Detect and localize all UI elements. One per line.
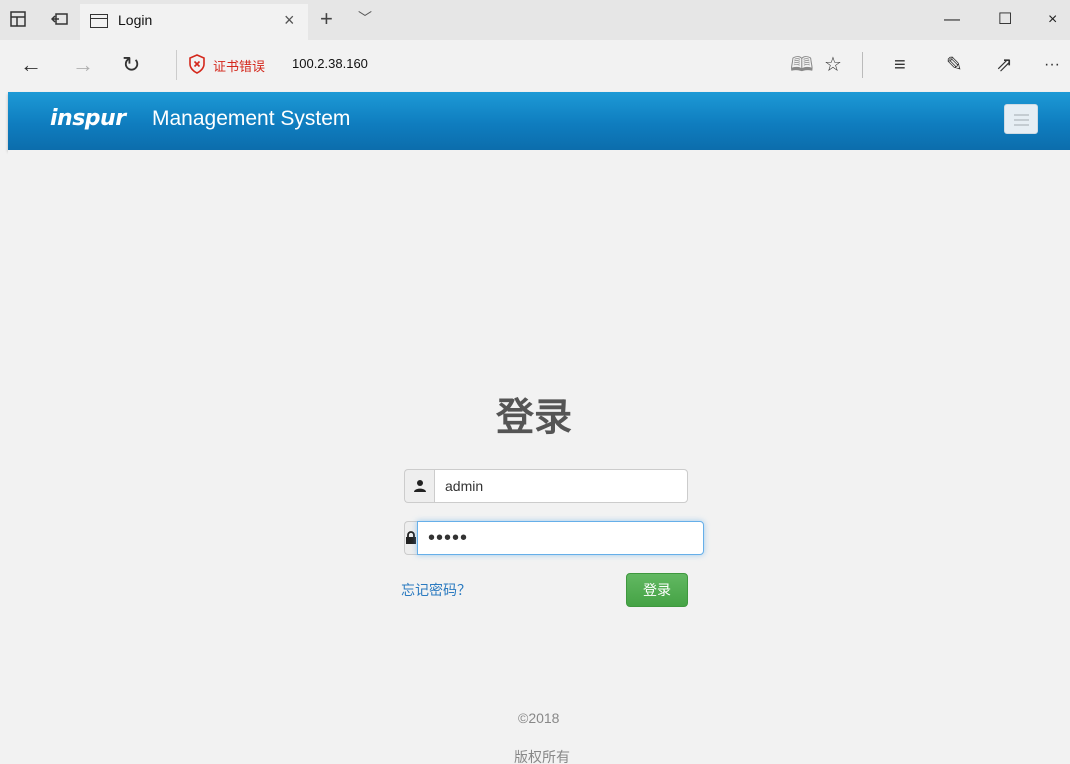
menu-bar-icon	[1014, 124, 1029, 126]
browser-address-bar: ← → ↻ 证书错误 100.2.38.160 🕮 ☆ ≡ ✎ ⇗ ···	[0, 40, 1070, 92]
minimize-icon[interactable]: —	[944, 6, 960, 34]
password-group	[404, 521, 704, 555]
tab-title: Login	[118, 12, 153, 28]
web-notes-icon[interactable]: ✎	[946, 52, 963, 78]
tab-close-icon[interactable]: ×	[284, 10, 295, 30]
window-close-icon[interactable]: ×	[1048, 6, 1057, 34]
username-input[interactable]	[434, 469, 688, 503]
username-group	[404, 469, 688, 503]
browser-titlebar: Login × + ﹀ — ☐ ×	[0, 0, 1070, 40]
favorite-star-icon[interactable]: ☆	[824, 52, 842, 78]
share-icon[interactable]: ⇗	[996, 52, 1013, 78]
refresh-icon[interactable]: ↻	[122, 52, 140, 78]
toolbar-separator	[862, 52, 863, 78]
reading-view-icon[interactable]: 🕮	[790, 52, 814, 78]
maximize-icon[interactable]: ☐	[998, 6, 1012, 34]
rights-reserved-text: 版权所有	[514, 749, 570, 764]
navbar-menu-toggle-button[interactable]	[1004, 104, 1038, 134]
set-tabs-aside-icon[interactable]	[50, 10, 70, 30]
page-icon	[90, 14, 108, 28]
tab-login[interactable]: Login ×	[80, 4, 308, 40]
login-page: 登录 忘记密码？ 登录 ©2018 版权所有	[8, 150, 1070, 764]
certificate-error-icon[interactable]	[188, 54, 206, 74]
hub-icon[interactable]: ≡	[894, 52, 906, 78]
menu-bar-icon	[1014, 114, 1029, 116]
address-separator	[176, 50, 177, 80]
user-icon	[404, 469, 434, 503]
app-title[interactable]: Management System	[152, 107, 350, 131]
forward-icon[interactable]: →	[72, 52, 94, 78]
menu-bar-icon	[1014, 119, 1029, 121]
forgot-password-link[interactable]: 忘记密码？	[401, 580, 471, 600]
password-input[interactable]	[417, 521, 704, 555]
lock-icon	[404, 521, 417, 555]
app-navbar: inspur Management System	[8, 92, 1070, 150]
login-button[interactable]: 登录	[626, 573, 688, 607]
back-icon[interactable]: ←	[20, 52, 42, 78]
url-field[interactable]: 100.2.38.160	[292, 56, 368, 71]
login-heading: 登录	[496, 397, 573, 439]
tab-list-chevron-icon[interactable]: ﹀	[358, 8, 372, 28]
more-icon[interactable]: ···	[1044, 52, 1060, 78]
new-tab-icon[interactable]: +	[320, 6, 333, 32]
certificate-error-label[interactable]: 证书错误	[213, 56, 265, 75]
tab-manager-icon[interactable]	[8, 10, 28, 30]
copyright-text: ©2018	[518, 710, 560, 726]
inspur-logo[interactable]: inspur	[50, 106, 126, 131]
